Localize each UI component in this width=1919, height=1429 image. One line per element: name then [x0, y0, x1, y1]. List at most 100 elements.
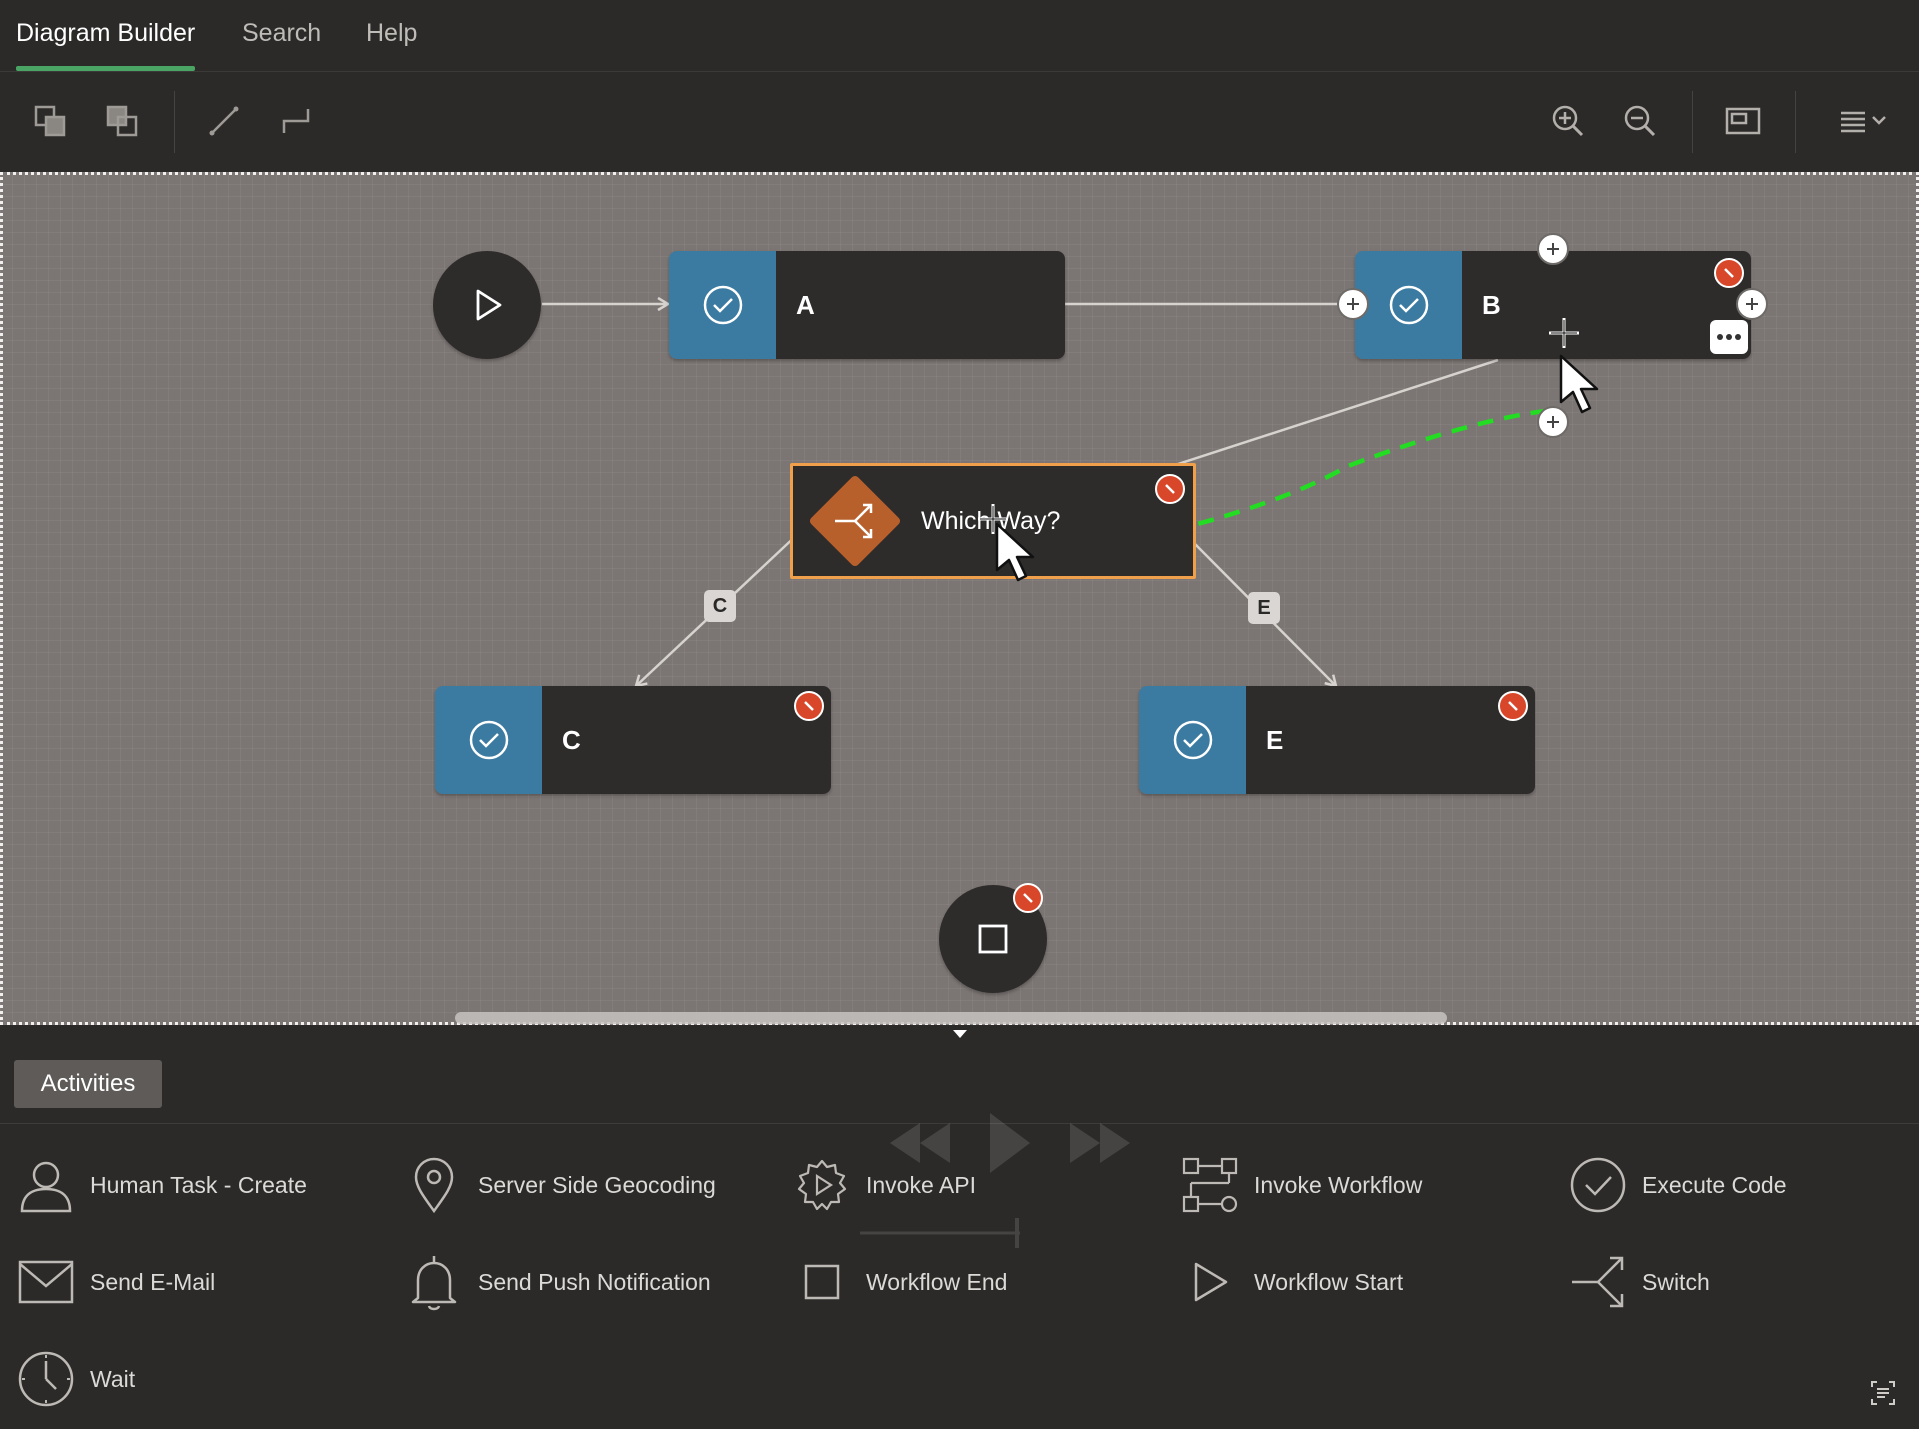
- task-node-label: C: [542, 686, 831, 794]
- check-circle-icon: [469, 720, 508, 760]
- activity-label: Send Push Notification: [478, 1268, 711, 1295]
- task-node-strip: [1355, 251, 1462, 359]
- workflow-start-node[interactable]: [433, 251, 541, 359]
- elbow-connector-button[interactable]: [268, 93, 324, 149]
- activity-execute-code[interactable]: Execute Code: [1566, 1153, 1786, 1217]
- delete-node-c-button[interactable]: [794, 691, 824, 721]
- activity-send-email[interactable]: Send E-Mail: [14, 1250, 215, 1314]
- fit-to-window-button[interactable]: [1715, 93, 1771, 149]
- add-connection-right-button[interactable]: [1736, 288, 1768, 320]
- task-node-e[interactable]: E: [1139, 686, 1535, 794]
- activity-label: Invoke Workflow: [1254, 1171, 1423, 1198]
- activities-tab[interactable]: Activities: [14, 1060, 162, 1108]
- activity-label: Send E-Mail: [90, 1268, 216, 1295]
- tab-help[interactable]: Help: [366, 0, 417, 72]
- delete-icon: [804, 701, 814, 711]
- app-window: Diagram Builder Search Help A B Which Wa…: [0, 0, 1919, 1429]
- diagram-canvas[interactable]: A B Which Way? C E C E: [0, 172, 1919, 1025]
- node-b-more-options-button[interactable]: [1710, 320, 1748, 354]
- zoom-out-button[interactable]: [1612, 93, 1668, 149]
- delete-end-node-button[interactable]: [1013, 883, 1043, 913]
- switch-icon: [1572, 1256, 1624, 1308]
- clock-icon: [18, 1351, 74, 1407]
- activity-label: Wait: [90, 1365, 136, 1392]
- tab-diagram-builder[interactable]: Diagram Builder: [16, 0, 196, 72]
- zoom-out-icon: [1624, 105, 1656, 137]
- activity-workflow-end[interactable]: Workflow End: [790, 1250, 1007, 1314]
- toolbar-separator: [174, 91, 175, 153]
- bring-forward-icon: [34, 105, 66, 137]
- pointer-cursor-icon: [1559, 354, 1599, 414]
- check-circle-icon: [1570, 1157, 1626, 1213]
- add-connection-top-button[interactable]: [1537, 233, 1569, 265]
- ellipsis-icon: [1717, 334, 1741, 340]
- bell-icon: [411, 1256, 457, 1311]
- plus-icon: [1547, 243, 1559, 255]
- play-icon: [1194, 1262, 1228, 1302]
- tab-search[interactable]: Search: [242, 0, 321, 72]
- delete-icon: [1508, 701, 1518, 711]
- delete-icon: [1023, 893, 1033, 903]
- task-node-c[interactable]: C: [435, 686, 831, 794]
- square-icon: [978, 924, 1008, 954]
- activity-server-side-geocoding[interactable]: Server Side Geocoding: [402, 1153, 716, 1217]
- edge-label-e[interactable]: E: [1248, 592, 1280, 624]
- task-node-a[interactable]: A: [669, 251, 1065, 359]
- menu-icon: [1841, 111, 1886, 133]
- pointer-cursor-icon: [995, 522, 1035, 582]
- elbow-connector-icon: [282, 109, 310, 133]
- square-icon: [804, 1264, 840, 1300]
- zoom-in-button[interactable]: [1540, 93, 1596, 149]
- activity-label: Server Side Geocoding: [478, 1171, 716, 1198]
- caret-down-icon: [952, 1030, 967, 1038]
- delete-node-e-button[interactable]: [1498, 691, 1528, 721]
- plus-icon: [1347, 298, 1359, 310]
- fit-to-window-icon: [1725, 107, 1761, 135]
- edge-label-c[interactable]: C: [704, 590, 736, 622]
- delete-node-b-button[interactable]: [1714, 258, 1744, 288]
- delete-icon: [1165, 484, 1175, 494]
- task-node-strip: [1139, 686, 1246, 794]
- activity-invoke-api[interactable]: Invoke API: [790, 1153, 976, 1217]
- tab-bar: Diagram Builder Search Help: [0, 0, 1919, 72]
- move-cursor-icon: [1549, 318, 1579, 348]
- menu-dropdown-button[interactable]: [1830, 93, 1900, 149]
- check-circle-icon: [703, 285, 742, 325]
- activities-panel: Activities Human Task - Create Server Si…: [0, 1043, 1919, 1429]
- check-circle-icon: [1173, 720, 1212, 760]
- bring-forward-button[interactable]: [22, 93, 78, 149]
- activity-wait[interactable]: Wait: [14, 1347, 135, 1411]
- activity-label: Execute Code: [1642, 1171, 1787, 1198]
- activity-invoke-workflow[interactable]: Invoke Workflow: [1178, 1153, 1422, 1217]
- task-node-label: B: [1462, 251, 1751, 359]
- task-node-label: E: [1246, 686, 1535, 794]
- task-node-label: A: [776, 251, 1065, 359]
- workflow-icon: [1182, 1157, 1238, 1213]
- activity-label: Workflow Start: [1254, 1268, 1404, 1295]
- canvas-horizontal-scrollbar[interactable]: [455, 1012, 1447, 1024]
- task-node-strip: [669, 251, 776, 359]
- send-backward-icon: [106, 105, 138, 137]
- activity-send-push-notification[interactable]: Send Push Notification: [402, 1250, 711, 1314]
- activity-switch[interactable]: Switch: [1566, 1250, 1710, 1314]
- caption-toggle-button[interactable]: [1865, 1375, 1901, 1411]
- delete-switch-node-button[interactable]: [1155, 474, 1185, 504]
- activity-label: Workflow End: [866, 1268, 1008, 1295]
- add-connection-left-button[interactable]: [1337, 288, 1369, 320]
- send-backward-button[interactable]: [94, 93, 150, 149]
- gear-play-icon: [797, 1159, 847, 1211]
- activity-workflow-start[interactable]: Workflow Start: [1178, 1250, 1403, 1314]
- task-node-strip: [435, 686, 542, 794]
- panel-splitter[interactable]: [0, 1025, 1919, 1043]
- activity-label: Human Task - Create: [90, 1171, 307, 1198]
- activity-label: Switch: [1642, 1268, 1710, 1295]
- straight-connector-button[interactable]: [196, 93, 252, 149]
- activity-human-task-create[interactable]: Human Task - Create: [14, 1153, 307, 1217]
- play-icon: [476, 289, 502, 321]
- diagram-toolbar: [0, 73, 1919, 171]
- toolbar-separator: [1692, 91, 1693, 153]
- envelope-icon: [18, 1260, 74, 1304]
- map-pin-icon: [414, 1157, 454, 1214]
- switch-icon: [835, 503, 873, 539]
- activity-label: Invoke API: [866, 1171, 976, 1198]
